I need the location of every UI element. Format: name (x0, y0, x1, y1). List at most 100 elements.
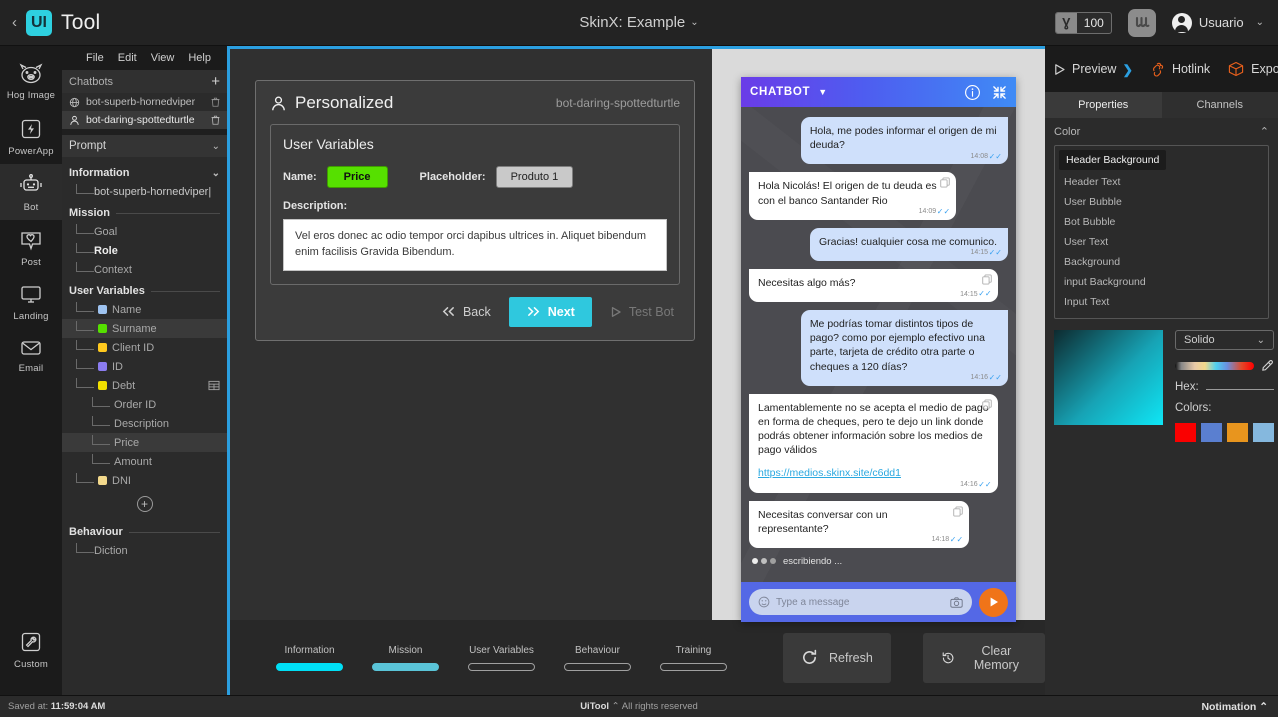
hue-row (1175, 359, 1274, 372)
step-information[interactable]: Information (276, 645, 343, 671)
tree-section-mission[interactable]: Mission (62, 201, 227, 222)
tree-node-dni[interactable]: DNI (62, 471, 227, 490)
prompt-group-header[interactable]: Prompt ⌄ (62, 135, 227, 157)
tree-node-amount[interactable]: Amount (62, 452, 227, 471)
user-menu[interactable]: Usuario ⌄ (1171, 12, 1264, 33)
tree-node-goal[interactable]: Goal (62, 222, 227, 241)
menu-view[interactable]: View (151, 52, 175, 64)
color-target-background[interactable]: Background (1055, 252, 1268, 272)
envelope-icon (21, 341, 41, 355)
refresh-button[interactable]: Refresh (783, 632, 891, 683)
chevron-up-icon[interactable]: ⌃ (1260, 125, 1269, 138)
clear-memory-button[interactable]: Clear Memory (922, 632, 1045, 683)
rail-item-custom[interactable]: Custom (0, 621, 62, 677)
color-gradient-field[interactable] (1054, 330, 1163, 425)
tree-section-behaviour[interactable]: Behaviour (62, 520, 227, 541)
color-target-user-text[interactable]: User Text (1055, 232, 1268, 252)
tree-node-diction[interactable]: Diction (62, 541, 227, 560)
tree-node-order-id[interactable]: Order ID (62, 395, 227, 414)
hotlink-button[interactable]: Hotlink (1150, 61, 1210, 77)
expose-button[interactable]: Expose (1227, 61, 1278, 77)
placeholder-value-chip[interactable]: Produto 1 (495, 166, 574, 188)
preset-swatch-blue[interactable] (1201, 423, 1222, 442)
tree-node-context[interactable]: Context (62, 260, 227, 279)
rail-item-hog-image[interactable]: Hog Image (0, 54, 62, 108)
chevron-down-icon[interactable]: ⌄ (1256, 17, 1264, 28)
chevron-down-icon[interactable]: ⌄ (690, 17, 698, 28)
top-bar-right: Ɣ 100 Usuario ⌄ (1054, 8, 1278, 37)
hex-input[interactable] (1205, 389, 1274, 390)
color-mode-select[interactable]: Solido ⌄ (1175, 330, 1274, 350)
chevron-down-icon[interactable]: ⌄ (212, 168, 220, 179)
app-logo-mark: UI (26, 9, 52, 36)
credits-chip[interactable]: Ɣ 100 (1054, 11, 1112, 34)
chat-link[interactable]: https://medios.skinx.site/c6dd1 (758, 467, 901, 479)
tree-node[interactable]: bot-superb-hornedviper| (62, 182, 227, 201)
chat-input[interactable]: Type a message (749, 589, 972, 615)
preset-swatch-orange[interactable] (1227, 423, 1248, 442)
rail-item-email[interactable]: Email (0, 329, 62, 381)
tab-channels[interactable]: Channels (1161, 92, 1278, 118)
tree-section-user-variables[interactable]: User Variables (62, 279, 227, 300)
step-mission[interactable]: Mission (372, 645, 439, 671)
chevron-down-icon[interactable]: ▼ (818, 87, 827, 97)
grid-icon[interactable] (1127, 8, 1156, 37)
hue-slider[interactable] (1175, 361, 1254, 370)
color-section-header[interactable]: Color ⌃ (1045, 118, 1278, 145)
rail-item-bot[interactable]: Bot (0, 164, 62, 220)
plus-icon[interactable]: + (211, 74, 220, 89)
chevron-down-icon[interactable]: ⌄ (1257, 335, 1265, 346)
color-target-user-bubble[interactable]: User Bubble (1055, 192, 1268, 212)
chatbot-item-hornedviper[interactable]: bot-superb-hornedviper (62, 93, 227, 111)
rail-label: Bot (23, 202, 39, 213)
tree-node-label: Name (112, 303, 142, 316)
chat-text: Necesitas conversar con un representante… (758, 508, 888, 535)
step-user-variables[interactable]: User Variables (468, 645, 535, 671)
tree-node-price[interactable]: Price (62, 433, 227, 452)
preview-button[interactable]: Preview ❯ (1053, 62, 1133, 77)
chevron-up-icon[interactable]: ⌃ (612, 701, 620, 712)
tree-node-role[interactable]: Role (62, 241, 227, 260)
chat-text: Hola, me podes informar el origen de mi … (809, 125, 997, 152)
tree-node-name[interactable]: Name (62, 300, 227, 319)
description-input[interactable]: Vel eros donec ac odio tempor orci dapib… (283, 219, 667, 271)
name-value-chip[interactable]: Price (326, 166, 388, 188)
project-title[interactable]: SkinX: Example (579, 14, 685, 31)
send-button[interactable] (979, 587, 1008, 617)
tree-node-id[interactable]: ID (62, 357, 227, 376)
test-bot-button[interactable]: Test Bot (604, 298, 680, 326)
back-button[interactable]: Back (435, 298, 497, 326)
rail-item-powerapp[interactable]: PowerApp (0, 108, 62, 164)
menu-help[interactable]: Help (188, 52, 211, 64)
rail-item-landing[interactable]: Landing (0, 275, 62, 329)
preset-swatch-red[interactable] (1175, 423, 1196, 442)
chevron-down-icon[interactable]: ⌄ (212, 141, 220, 152)
color-target-input-background[interactable]: input Background (1055, 272, 1268, 292)
tab-properties[interactable]: Properties (1045, 92, 1162, 118)
color-target-input-text[interactable]: Input Text (1055, 292, 1268, 312)
circle-plus-icon[interactable]: + (136, 496, 153, 512)
color-target-header-text[interactable]: Header Text (1055, 172, 1268, 192)
rail-item-post[interactable]: Post (0, 220, 62, 275)
tree-node-debt[interactable]: Debt (62, 376, 227, 395)
tree-section-information[interactable]: Information ⌄ (62, 161, 227, 182)
panel-toolbar: Preview ❯ Hotlink Expose (1045, 46, 1278, 92)
menu-file[interactable]: File (86, 52, 104, 64)
chevron-left-icon[interactable]: ‹ (12, 15, 17, 30)
step-behaviour[interactable]: Behaviour (564, 645, 631, 671)
tree-node-client-id[interactable]: Client ID (62, 338, 227, 357)
color-target-header-background[interactable]: Header Background (1059, 150, 1167, 170)
next-button[interactable]: Next (508, 296, 592, 327)
play-icon (611, 306, 621, 317)
tree-node-description[interactable]: Description (62, 414, 227, 433)
step-training[interactable]: Training (660, 645, 727, 671)
color-section-label: Color (1054, 125, 1081, 138)
tree-elbow (76, 243, 94, 253)
preset-swatch-lightblue[interactable] (1253, 423, 1274, 442)
read-ticks-icon: ✓✓ (988, 372, 1002, 382)
menu-edit[interactable]: Edit (118, 52, 137, 64)
color-target-bot-bubble[interactable]: Bot Bubble (1055, 212, 1268, 232)
chatbot-item-spottedturtle[interactable]: bot-daring-spottedturtle (62, 111, 227, 129)
tree-node-surname[interactable]: Surname (62, 319, 227, 338)
variable-fields-row: Name: Price Placeholder: Produto 1 (283, 166, 667, 188)
